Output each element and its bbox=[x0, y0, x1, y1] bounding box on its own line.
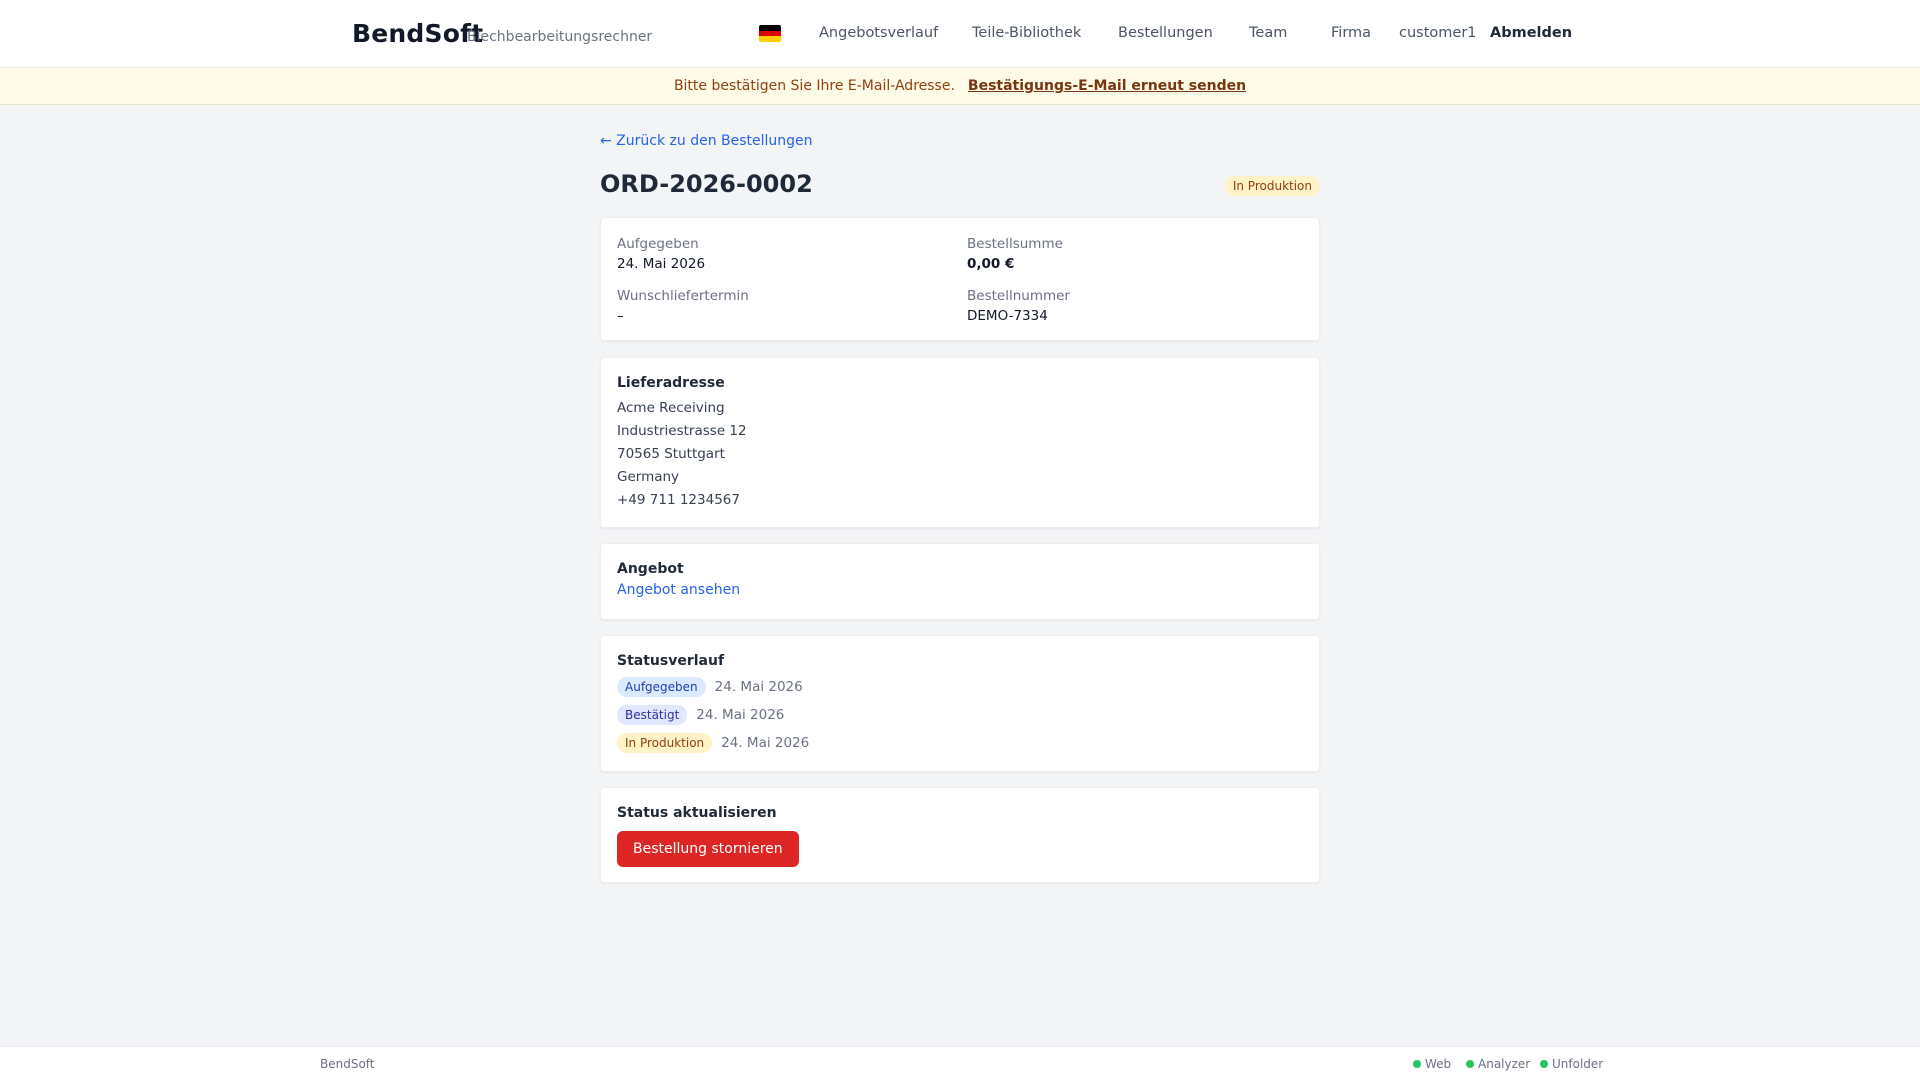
delivery-address-title: Lieferadresse bbox=[617, 375, 725, 391]
nav-link-teile-bibliothek[interactable]: Teile-Bibliothek bbox=[972, 25, 1081, 41]
status-history-title: Statusverlauf bbox=[617, 653, 725, 669]
top-navigation-bar: BendSoft Blechbearbeitungsrechner Angebo… bbox=[0, 0, 1920, 68]
order-summary-card: Aufgegeben 24. Mai 2026 Bestellsumme 0,0… bbox=[600, 217, 1320, 341]
placed-date-field: Aufgegeben 24. Mai 2026 bbox=[617, 236, 705, 272]
status-badge-label: In Produktion bbox=[1224, 176, 1320, 196]
service-status-unfolder: Unfolder bbox=[1540, 1057, 1603, 1071]
status-badge: Aufgegeben bbox=[617, 677, 706, 697]
nav-link-bestellungen[interactable]: Bestellungen bbox=[1118, 25, 1213, 41]
status-history-entry: In Produktion 24. Mai 2026 bbox=[617, 729, 809, 757]
placed-date-label: Aufgegeben bbox=[617, 236, 699, 252]
requested-delivery-field: Wunschliefertermin – bbox=[617, 288, 749, 324]
view-quote-link[interactable]: Angebot ansehen bbox=[617, 582, 740, 598]
service-name: Analyzer bbox=[1478, 1057, 1531, 1071]
service-status-web: Web bbox=[1413, 1057, 1451, 1071]
order-status-badge: In Produktion bbox=[1224, 175, 1320, 196]
requested-delivery-value: – bbox=[617, 308, 624, 324]
quote-title: Angebot bbox=[617, 561, 684, 577]
address-line: Germany bbox=[617, 469, 680, 485]
footer: BendSoft Web Analyzer Unfolder bbox=[0, 1046, 1920, 1080]
address-phone: +49 711 1234567 bbox=[617, 492, 740, 508]
status-badge: In Produktion bbox=[617, 733, 713, 753]
address-line: 70565 Stuttgart bbox=[617, 446, 725, 462]
cancel-order-button[interactable]: Bestellung stornieren bbox=[617, 831, 799, 867]
order-reference-value: DEMO-7334 bbox=[967, 308, 1048, 324]
order-total-value: 0,00 € bbox=[967, 256, 1015, 272]
resend-verification-link[interactable]: Bestätigungs-E-Mail erneut senden bbox=[968, 78, 1246, 94]
footer-brand: BendSoft bbox=[320, 1057, 375, 1071]
quote-card: Angebot Angebot ansehen bbox=[600, 543, 1320, 620]
order-total-label: Bestellsumme bbox=[967, 236, 1063, 252]
email-verification-banner: Bitte bestätigen Sie Ihre E-Mail-Adresse… bbox=[0, 68, 1920, 105]
order-reference-label: Bestellnummer bbox=[967, 288, 1070, 304]
status-update-block: Status aktualisieren Bestellung stornier… bbox=[617, 805, 799, 867]
status-history-entry: Bestätigt 24. Mai 2026 bbox=[617, 701, 809, 729]
requested-delivery-label: Wunschliefertermin bbox=[617, 288, 749, 304]
status-update-card: Status aktualisieren Bestellung stornier… bbox=[600, 787, 1320, 883]
address-line: Acme Receiving bbox=[617, 400, 725, 416]
status-date: 24. Mai 2026 bbox=[721, 735, 810, 751]
status-dot-icon bbox=[1413, 1060, 1421, 1068]
service-name: Web bbox=[1425, 1057, 1452, 1071]
service-name: Unfolder bbox=[1552, 1057, 1604, 1071]
status-date: 24. Mai 2026 bbox=[696, 707, 785, 723]
brand-subtitle: Blechbearbeitungsrechner bbox=[467, 29, 653, 45]
status-dot-icon bbox=[1540, 1060, 1548, 1068]
status-date: 24. Mai 2026 bbox=[714, 679, 803, 695]
quote-block: Angebot Angebot ansehen bbox=[617, 561, 740, 598]
address-line: Industriestrasse 12 bbox=[617, 423, 747, 439]
delivery-address-card: Lieferadresse Acme Receiving Industriest… bbox=[600, 357, 1320, 528]
logout-link[interactable]: Abmelden bbox=[1490, 25, 1572, 41]
nav-link-team[interactable]: Team bbox=[1249, 25, 1287, 41]
germany-flag-icon[interactable] bbox=[759, 25, 781, 42]
status-update-title: Status aktualisieren bbox=[617, 805, 777, 821]
page-title: ORD-2026-0002 bbox=[600, 170, 813, 198]
back-to-orders-link[interactable]: ← Zurück zu den Bestellungen bbox=[600, 133, 813, 149]
brand-logo[interactable]: BendSoft bbox=[352, 19, 483, 48]
user-name: customer1 bbox=[1399, 25, 1477, 41]
status-dot-icon bbox=[1466, 1060, 1474, 1068]
status-history-entry: Aufgegeben 24. Mai 2026 bbox=[617, 673, 809, 701]
placed-date-value: 24. Mai 2026 bbox=[617, 256, 706, 272]
nav-link-angebotsverlauf[interactable]: Angebotsverlauf bbox=[819, 25, 938, 41]
service-status-analyzer: Analyzer bbox=[1466, 1057, 1530, 1071]
status-history-card: Statusverlauf Aufgegeben 24. Mai 2026 Be… bbox=[600, 635, 1320, 772]
banner-message: Bitte bestätigen Sie Ihre E-Mail-Adresse… bbox=[673, 78, 955, 94]
status-history-block: Statusverlauf Aufgegeben 24. Mai 2026 Be… bbox=[617, 653, 809, 757]
order-total-field: Bestellsumme 0,00 € bbox=[967, 236, 1063, 272]
delivery-address-block: Lieferadresse Acme Receiving Industriest… bbox=[617, 375, 747, 512]
status-badge: Bestätigt bbox=[617, 705, 688, 725]
nav-link-firma[interactable]: Firma bbox=[1331, 25, 1371, 41]
order-reference-field: Bestellnummer DEMO-7334 bbox=[967, 288, 1070, 324]
